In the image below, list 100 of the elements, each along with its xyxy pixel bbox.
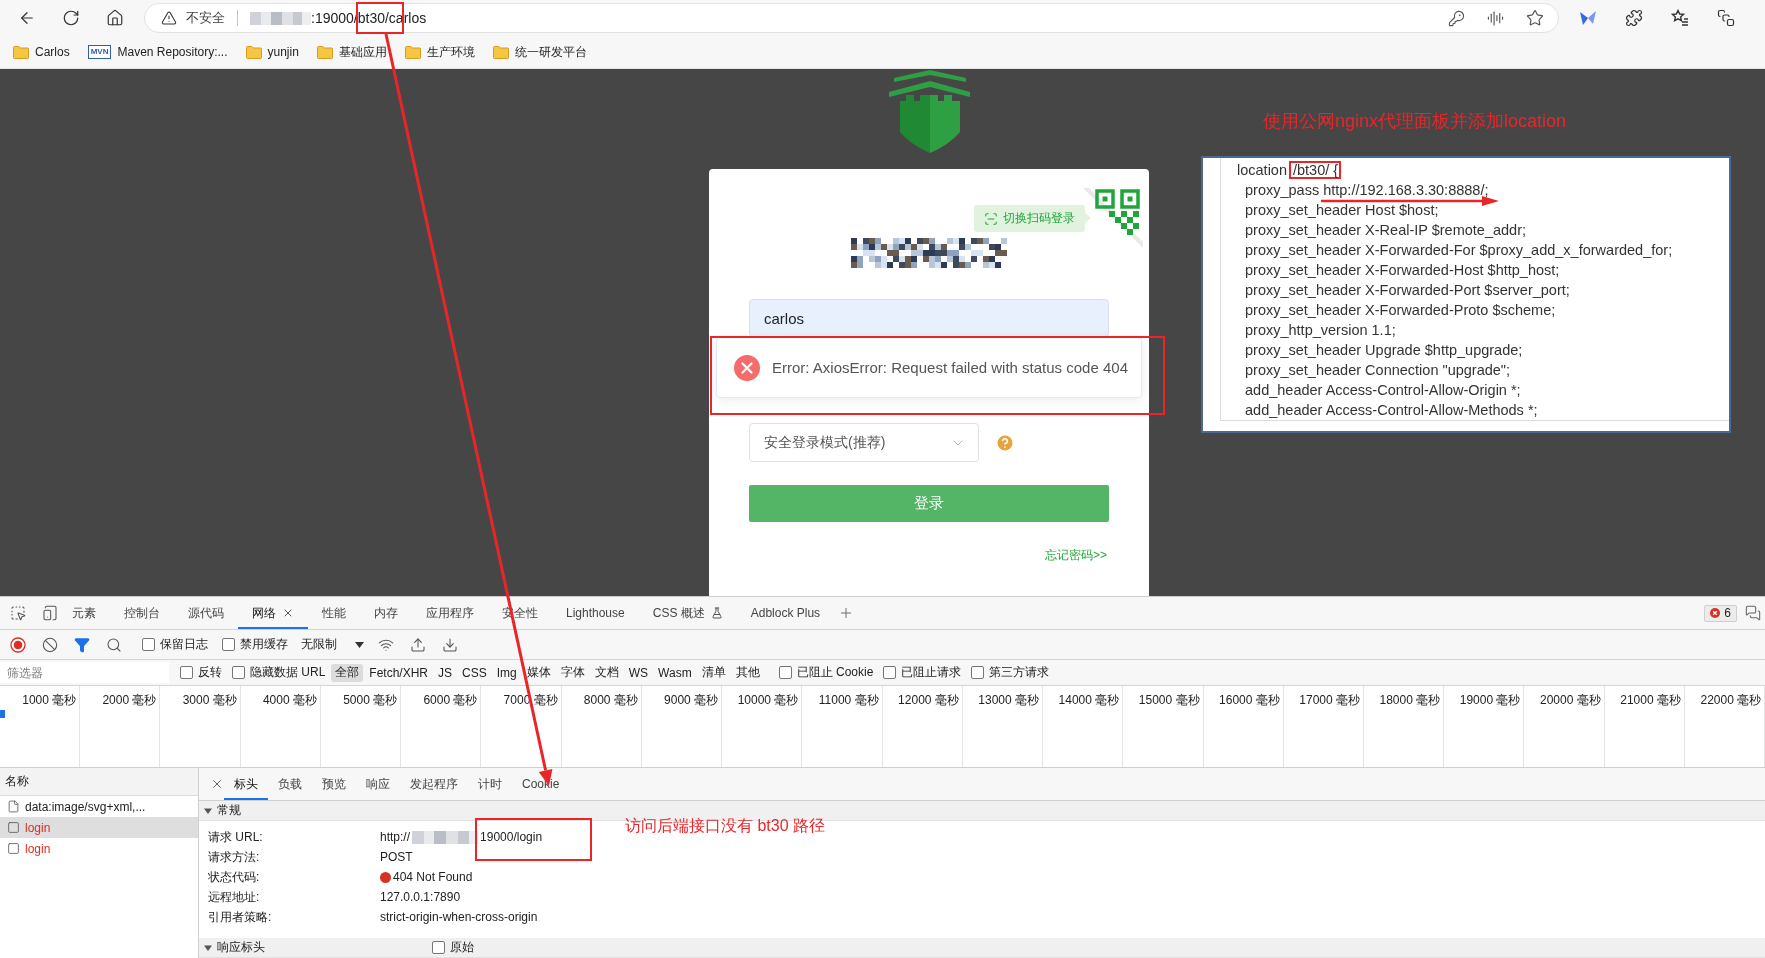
request-type-filter[interactable]: 字体 bbox=[556, 663, 589, 682]
checkbox-label[interactable]: 第三方请求 bbox=[989, 664, 1050, 681]
wing-logo-icon[interactable] bbox=[1579, 9, 1597, 27]
request-row[interactable]: login bbox=[0, 817, 198, 838]
devtools-tab[interactable]: CSS 概述 bbox=[638, 597, 737, 629]
checkbox[interactable] bbox=[883, 666, 897, 679]
timeline-tick-label: 8000 毫秒 bbox=[583, 693, 638, 707]
filter-field[interactable]: 筛选器 bbox=[0, 662, 169, 683]
site-favicon: MVN bbox=[87, 45, 112, 59]
request-type-filter[interactable]: 其他 bbox=[731, 663, 764, 682]
home-icon[interactable] bbox=[106, 9, 124, 27]
login-mode-select[interactable]: 安全登录模式(推荐) bbox=[749, 423, 979, 462]
square-icon bbox=[7, 821, 20, 834]
qr-code-icon[interactable] bbox=[1083, 188, 1143, 248]
devtools-tab[interactable]: 网络 bbox=[238, 597, 308, 629]
request-type-filter[interactable]: 清单 bbox=[697, 663, 730, 682]
warning-icon bbox=[161, 10, 177, 26]
request-type-filter[interactable]: WS bbox=[624, 663, 653, 682]
download-icon[interactable] bbox=[442, 636, 458, 653]
bookmark[interactable]: 生产环境 bbox=[404, 43, 475, 61]
code-line: proxy_set_header Host $host; bbox=[1245, 201, 1439, 220]
devtools-tab[interactable]: 应用程序 bbox=[412, 597, 488, 629]
section-header[interactable]: 响应标头 原始 bbox=[199, 938, 1765, 958]
checkbox[interactable] bbox=[142, 638, 155, 651]
field-label: 状态代码: bbox=[208, 868, 261, 886]
request-type-filter[interactable]: JS bbox=[434, 663, 457, 682]
security-label[interactable]: 不安全 bbox=[186, 9, 225, 27]
clear-icon[interactable] bbox=[42, 636, 58, 653]
back-icon[interactable] bbox=[18, 9, 36, 27]
details-tab[interactable]: 预览 bbox=[312, 768, 356, 800]
error-count-badge[interactable]: 6 bbox=[1704, 604, 1737, 622]
checkbox[interactable] bbox=[971, 666, 985, 679]
checkbox[interactable] bbox=[232, 666, 245, 679]
search-icon[interactable] bbox=[106, 636, 122, 653]
checkbox-label[interactable]: 已阻止 Cookie bbox=[796, 664, 874, 681]
devtools-tab[interactable]: 元素 bbox=[58, 597, 110, 629]
devtools-tab[interactable]: 性能 bbox=[308, 597, 360, 629]
refresh-icon[interactable] bbox=[62, 9, 80, 27]
request-type-filter[interactable]: Wasm bbox=[654, 663, 696, 682]
checkbox-label[interactable]: 原始 bbox=[450, 939, 474, 956]
request-row[interactable]: data:image/svg+xml,... bbox=[0, 796, 198, 817]
request-type-filter[interactable]: 媒体 bbox=[522, 663, 555, 682]
field-value: 19000/login bbox=[480, 830, 543, 844]
devtools-tab[interactable]: Adblock Plus bbox=[736, 597, 835, 629]
chat-bubbles-icon[interactable] bbox=[1745, 605, 1761, 621]
devtools-tab[interactable]: 控制台 bbox=[110, 597, 174, 629]
checkbox-label[interactable]: 隐藏数据 URL bbox=[250, 664, 326, 681]
timeline-tick-label: 10000 毫秒 bbox=[737, 693, 799, 707]
puzzle-icon[interactable] bbox=[1625, 9, 1643, 27]
shield-logo-icon bbox=[888, 70, 970, 154]
devtools-tab[interactable]: 源代码 bbox=[174, 597, 238, 629]
devices-icon[interactable] bbox=[42, 605, 58, 621]
filter-icon[interactable] bbox=[74, 636, 90, 653]
bookmark[interactable]: Carlos bbox=[13, 45, 70, 59]
checkbox-label[interactable]: 已阻止请求 bbox=[901, 664, 962, 681]
column-header[interactable]: 名称 bbox=[0, 768, 198, 796]
bookmark[interactable]: 基础应用 bbox=[316, 43, 387, 61]
request-type-filter[interactable]: CSS bbox=[458, 663, 491, 682]
code-line: proxy_set_header X-Forwarded-For $proxy_add_x_forwarded_for; bbox=[1245, 241, 1673, 260]
request-type-filter[interactable]: 全部 bbox=[331, 663, 364, 682]
details-tab[interactable]: 计时 bbox=[468, 768, 512, 800]
file-icon bbox=[7, 800, 20, 813]
checkbox-label[interactable]: 禁用缓存 bbox=[240, 636, 288, 653]
checkbox-label[interactable]: 保留日志 bbox=[160, 636, 208, 653]
upload-icon[interactable] bbox=[410, 636, 426, 653]
expand-triangle-icon[interactable] bbox=[204, 943, 212, 952]
details-tab[interactable]: 发起程序 bbox=[400, 768, 468, 800]
close-icon[interactable] bbox=[210, 777, 224, 791]
record-icon[interactable] bbox=[10, 636, 26, 653]
field-label: 远程地址: bbox=[208, 888, 261, 906]
checkbox-label[interactable]: 反转 bbox=[198, 664, 222, 681]
close-icon[interactable] bbox=[282, 607, 294, 619]
folder-icon bbox=[404, 45, 421, 59]
username-field[interactable]: carlos bbox=[749, 299, 1109, 337]
favorites-list-icon[interactable] bbox=[1671, 9, 1689, 27]
throttling-select[interactable]: 无限制 bbox=[296, 633, 368, 656]
star-icon[interactable] bbox=[1526, 9, 1544, 27]
bookmark[interactable]: MVN Maven Repository:... bbox=[87, 45, 228, 59]
checkbox[interactable] bbox=[222, 638, 235, 651]
request-type-filter[interactable]: 文档 bbox=[590, 663, 623, 682]
details-tab[interactable]: 负载 bbox=[268, 768, 312, 800]
request-row[interactable]: login bbox=[0, 838, 198, 859]
sound-wave-icon[interactable] bbox=[1487, 9, 1504, 27]
checkbox[interactable] bbox=[180, 666, 193, 679]
devtools-tab[interactable]: Lighthouse bbox=[552, 597, 639, 629]
key-icon[interactable] bbox=[1448, 9, 1465, 27]
collections-icon[interactable] bbox=[1717, 9, 1735, 27]
checkbox[interactable] bbox=[432, 941, 445, 954]
inspect-icon[interactable] bbox=[10, 605, 26, 621]
code-line: proxy_set_header X-Real-IP $remote_addr; bbox=[1245, 221, 1527, 240]
bookmark[interactable]: 统一研发平台 bbox=[492, 43, 587, 61]
request-type-filter[interactable]: Fetch/XHR bbox=[365, 663, 433, 682]
details-tab[interactable]: 响应 bbox=[356, 768, 400, 800]
details-tab[interactable]: Cookie bbox=[512, 768, 570, 800]
bookmark[interactable]: yunjin bbox=[245, 45, 299, 59]
expand-triangle-icon[interactable] bbox=[204, 806, 212, 815]
checkbox[interactable] bbox=[778, 666, 792, 679]
devtools-tab[interactable]: 内存 bbox=[360, 597, 412, 629]
error-icon bbox=[1710, 608, 1721, 618]
request-type-filter[interactable]: Img bbox=[492, 663, 521, 682]
